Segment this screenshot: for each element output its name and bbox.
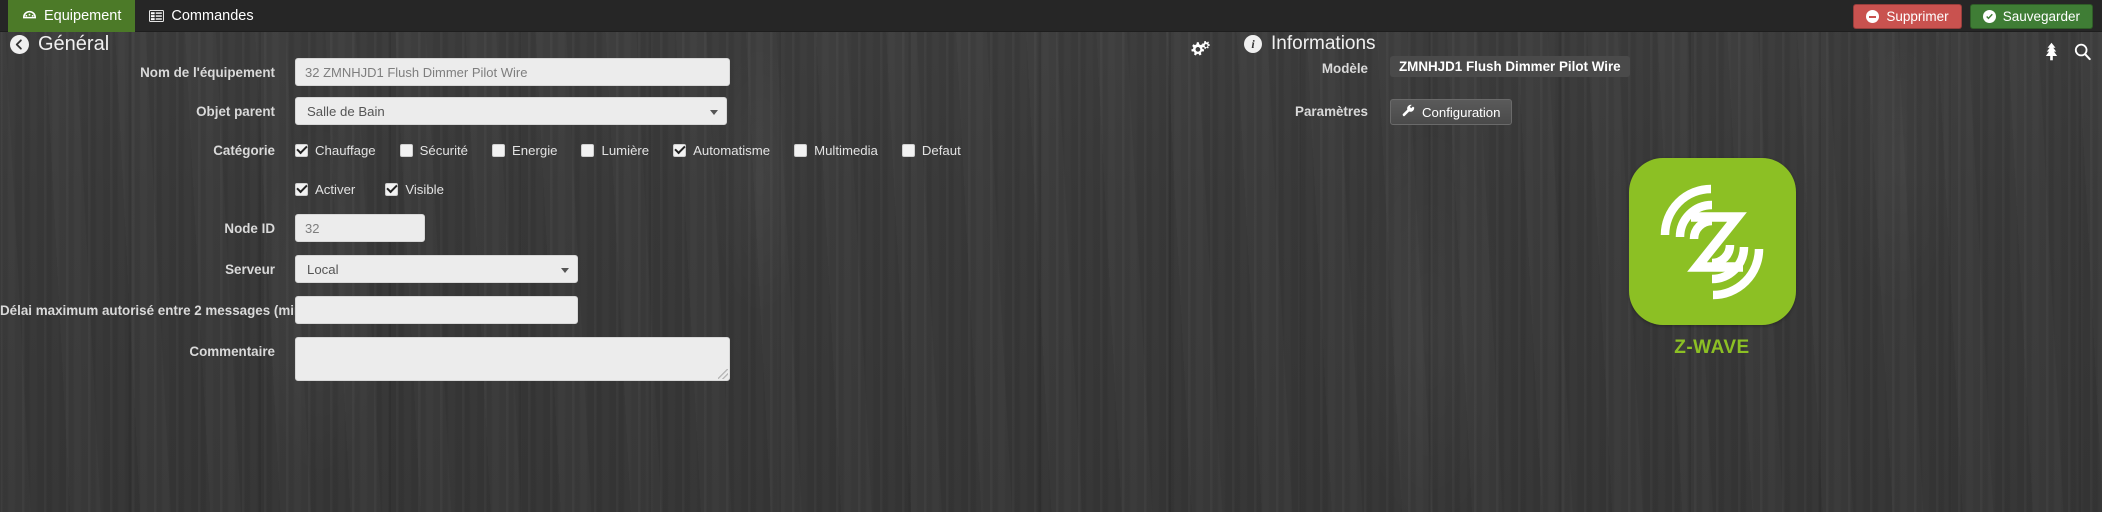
configuration-button[interactable]: Configuration bbox=[1390, 99, 1513, 125]
chevron-down-icon bbox=[710, 110, 718, 115]
wrench-icon bbox=[1402, 104, 1415, 120]
delete-button-label: Supprimer bbox=[1886, 9, 1949, 24]
checkbox-visible[interactable]: Visible bbox=[385, 182, 444, 197]
zwave-brand: Z-WAVE bbox=[1562, 158, 1862, 359]
info-icon: i bbox=[1244, 35, 1262, 53]
server-label: Serveur bbox=[225, 262, 275, 277]
general-section-header: Général bbox=[10, 33, 109, 56]
parameters-label: Paramètres bbox=[1295, 104, 1368, 119]
category-checkbox-group: Chauffage Sécurité Energie Lumière Autom… bbox=[295, 136, 961, 164]
cogs-icon[interactable] bbox=[1188, 40, 1210, 65]
field-row-max-delay: Délai maximum autorisé entre 2 messages … bbox=[0, 296, 1160, 326]
page-title: Général bbox=[38, 33, 110, 55]
corner-icon-group bbox=[2043, 42, 2091, 66]
tab-equipement-label: Equipement bbox=[44, 8, 122, 24]
checkbox-lumiere-label: Lumière bbox=[601, 142, 650, 158]
delete-button[interactable]: Supprimer bbox=[1853, 4, 1962, 29]
server-value: Local bbox=[307, 262, 339, 277]
checkbox-energie[interactable]: Energie bbox=[492, 143, 557, 158]
comment-textarea[interactable] bbox=[295, 337, 730, 381]
checkbox-automatisme-box[interactable] bbox=[673, 143, 687, 157]
checkbox-visible-box[interactable] bbox=[385, 182, 399, 196]
checkbox-defaut[interactable]: Defaut bbox=[901, 142, 961, 158]
top-bar: Equipement Commandes Supprimer Sauvegard… bbox=[0, 0, 2102, 32]
checkbox-activer-label: Activer bbox=[315, 181, 356, 197]
field-row-flags: Activer Visible bbox=[0, 175, 1160, 203]
checkbox-multimedia[interactable]: Multimedia bbox=[794, 143, 878, 158]
checkbox-lumiere-box[interactable] bbox=[581, 143, 595, 157]
parent-object-value: Salle de Bain bbox=[307, 104, 385, 119]
parent-object-select[interactable]: Salle de Bain bbox=[295, 97, 727, 125]
node-id-input[interactable] bbox=[295, 214, 425, 242]
informations-title: Informations bbox=[1271, 33, 1376, 54]
category-label: Catégorie bbox=[213, 143, 275, 158]
checkbox-securite[interactable]: Sécurité bbox=[399, 142, 469, 158]
field-row-comment: Commentaire bbox=[0, 337, 1160, 381]
checkbox-securite-box[interactable] bbox=[399, 143, 413, 157]
field-row-model: Modèle ZMNHJD1 Flush Dimmer Pilot Wire bbox=[1230, 56, 1930, 82]
checkbox-automatisme[interactable]: Automatisme bbox=[673, 143, 770, 158]
informations-form: Modèle ZMNHJD1 Flush Dimmer Pilot Wire P… bbox=[1230, 56, 1930, 134]
checkbox-securite-label: Sécurité bbox=[419, 142, 469, 158]
model-value: ZMNHJD1 Flush Dimmer Pilot Wire bbox=[1390, 56, 1630, 77]
checkbox-chauffage-label: Chauffage bbox=[315, 142, 376, 158]
checkbox-defaut-label: Defaut bbox=[921, 142, 961, 158]
comment-label: Commentaire bbox=[189, 344, 275, 359]
field-row-node-id: Node ID bbox=[0, 214, 1160, 244]
name-label: Nom de l'équipement bbox=[140, 65, 275, 80]
checkbox-visible-label: Visible bbox=[405, 181, 444, 197]
checkbox-energie-box[interactable] bbox=[492, 143, 506, 157]
tab-equipement[interactable]: Equipement bbox=[8, 0, 136, 32]
save-button-label: Sauvegarder bbox=[2002, 9, 2080, 24]
node-id-label: Node ID bbox=[224, 221, 275, 236]
top-actions: Supprimer Sauvegarder bbox=[1853, 4, 2093, 29]
checkbox-energie-label: Energie bbox=[512, 142, 558, 158]
checkbox-multimedia-box[interactable] bbox=[794, 143, 808, 157]
checkbox-activer[interactable]: Activer bbox=[295, 182, 355, 197]
server-select[interactable]: Local bbox=[295, 255, 578, 283]
configuration-button-label: Configuration bbox=[1422, 104, 1501, 120]
dashboard-icon bbox=[22, 9, 37, 24]
field-row-parent: Objet parent Salle de Bain bbox=[0, 97, 1160, 127]
search-icon[interactable] bbox=[2074, 43, 2091, 66]
chevron-down-icon bbox=[561, 268, 569, 273]
save-button[interactable]: Sauvegarder bbox=[1969, 4, 2093, 29]
tree-icon[interactable] bbox=[2043, 42, 2060, 66]
zwave-caption: Z-WAVE bbox=[1674, 337, 1750, 358]
list-icon bbox=[149, 9, 165, 24]
field-row-name: Nom de l'équipement bbox=[0, 58, 1160, 88]
general-form: Nom de l'équipement Objet parent Salle d… bbox=[0, 58, 1160, 390]
back-arrow-icon[interactable] bbox=[10, 35, 29, 54]
max-delay-input[interactable] bbox=[295, 296, 578, 324]
checkbox-chauffage-box[interactable] bbox=[295, 143, 308, 157]
tab-commandes[interactable]: Commandes bbox=[135, 0, 267, 32]
checkbox-automatisme-label: Automatisme bbox=[693, 142, 771, 158]
flags-checkbox-group: Activer Visible bbox=[295, 175, 444, 203]
checkbox-chauffage[interactable]: Chauffage bbox=[295, 143, 376, 158]
field-row-parameters: Paramètres Configuration bbox=[1230, 99, 1930, 125]
field-row-server: Serveur Local bbox=[0, 255, 1160, 285]
field-row-category: Catégorie Chauffage Sécurité Energie Lum… bbox=[0, 136, 1160, 166]
parent-object-label: Objet parent bbox=[196, 104, 275, 119]
max-delay-label: Délai maximum autorisé entre 2 messages … bbox=[0, 303, 307, 318]
zwave-logo-icon bbox=[1628, 158, 1796, 325]
checkbox-multimedia-label: Multimedia bbox=[814, 142, 878, 158]
model-label: Modèle bbox=[1321, 61, 1368, 76]
checkbox-defaut-box[interactable] bbox=[901, 143, 915, 157]
check-circle-icon bbox=[1982, 10, 1996, 23]
tab-bar: Equipement Commandes bbox=[8, 0, 268, 32]
equipment-name-input[interactable] bbox=[295, 58, 730, 86]
checkbox-lumiere[interactable]: Lumière bbox=[581, 143, 649, 158]
minus-circle-icon bbox=[1866, 10, 1880, 23]
informations-section-header: i Informations bbox=[1244, 33, 1376, 55]
checkbox-activer-box[interactable] bbox=[295, 182, 308, 196]
tab-commandes-label: Commandes bbox=[171, 8, 254, 24]
